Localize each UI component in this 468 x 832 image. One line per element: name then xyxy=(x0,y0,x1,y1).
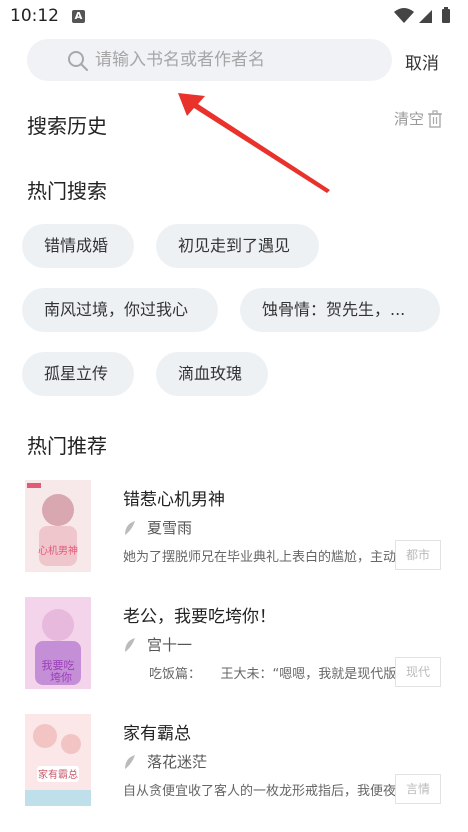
hot-search-chip[interactable]: 蚀骨情：贺先生，... xyxy=(240,288,440,332)
history-title: 搜索历史 xyxy=(27,114,107,138)
status-icons xyxy=(394,7,456,29)
book-desc: 自从贪便宜收了客人的一枚龙形戒指后，我便夜 xyxy=(123,784,397,799)
book-tag: 都市 xyxy=(395,540,441,570)
book-item[interactable]: 心机男神 错惹心机男神 夏雪雨 她为了摆脱师兄在毕业典礼上表白的尴尬，主动 都市 xyxy=(0,480,468,575)
status-time: 10:12 xyxy=(10,6,59,26)
trash-icon xyxy=(428,109,442,128)
book-title: 家有霸总 xyxy=(123,724,191,744)
clear-label: 清空 xyxy=(393,110,424,128)
hot-search-title: 热门搜索 xyxy=(27,179,107,203)
search-bar[interactable] xyxy=(27,39,392,81)
hot-search-chip[interactable]: 南风过境，你过我心 xyxy=(22,288,218,332)
book-cover: 家有霸总 xyxy=(25,714,91,806)
svg-text:心机男神: 心机男神 xyxy=(38,544,78,557)
notification-icon: A xyxy=(72,10,85,23)
book-author: 落花迷茫 xyxy=(147,753,208,771)
hot-search-chip[interactable]: 孤星立传 xyxy=(22,352,134,396)
book-cover: 心机男神 xyxy=(25,480,91,572)
battery-icon xyxy=(442,9,450,23)
hot-search-chip[interactable]: 初见走到了遇见 xyxy=(156,224,319,268)
clear-history-button[interactable]: 清空 xyxy=(394,108,443,129)
svg-text:垮你: 垮你 xyxy=(50,670,72,684)
book-item[interactable]: 家有霸总 家有霸总 落花迷茫 自从贪便宜收了客人的一枚龙形戒指后，我便夜 言情 xyxy=(0,714,468,809)
quill-icon xyxy=(125,637,135,652)
cancel-button[interactable]: 取消 xyxy=(405,49,439,74)
signal-icon xyxy=(419,10,432,23)
book-author-row: 落花迷茫 xyxy=(123,751,207,772)
book-tag: 言情 xyxy=(395,774,441,804)
recommend-title: 热门推荐 xyxy=(27,434,107,458)
book-title: 老公，我要吃垮你！ xyxy=(123,607,276,627)
book-author: 夏雪雨 xyxy=(147,519,193,537)
book-tag: 现代 xyxy=(395,657,441,687)
book-desc: 她为了摆脱师兄在毕业典礼上表白的尴尬，主动 xyxy=(123,550,397,565)
book-author: 宫十一 xyxy=(147,636,193,654)
book-cover: 我要吃 垮你 xyxy=(25,597,91,689)
book-title: 错惹心机男神 xyxy=(123,490,225,510)
book-item[interactable]: 我要吃 垮你 老公，我要吃垮你！ 宫十一 吃饭篇： 王大未：“嗯嗯，我就是现代版… xyxy=(0,597,468,692)
hot-search-chip[interactable]: 错情成婚 xyxy=(22,224,134,268)
search-icon xyxy=(68,51,88,71)
svg-text:家有霸总: 家有霸总 xyxy=(38,768,78,781)
wifi-icon xyxy=(394,8,414,23)
quill-icon xyxy=(125,520,135,535)
book-author-row: 宫十一 xyxy=(123,634,192,655)
hot-search-chip[interactable]: 滴血玫瑰 xyxy=(156,352,268,396)
book-author-row: 夏雪雨 xyxy=(123,517,192,538)
quill-icon xyxy=(125,754,135,769)
book-desc: 吃饭篇： 王大未：“嗯嗯，我就是现代版 xyxy=(123,667,397,682)
search-input[interactable] xyxy=(95,39,375,81)
